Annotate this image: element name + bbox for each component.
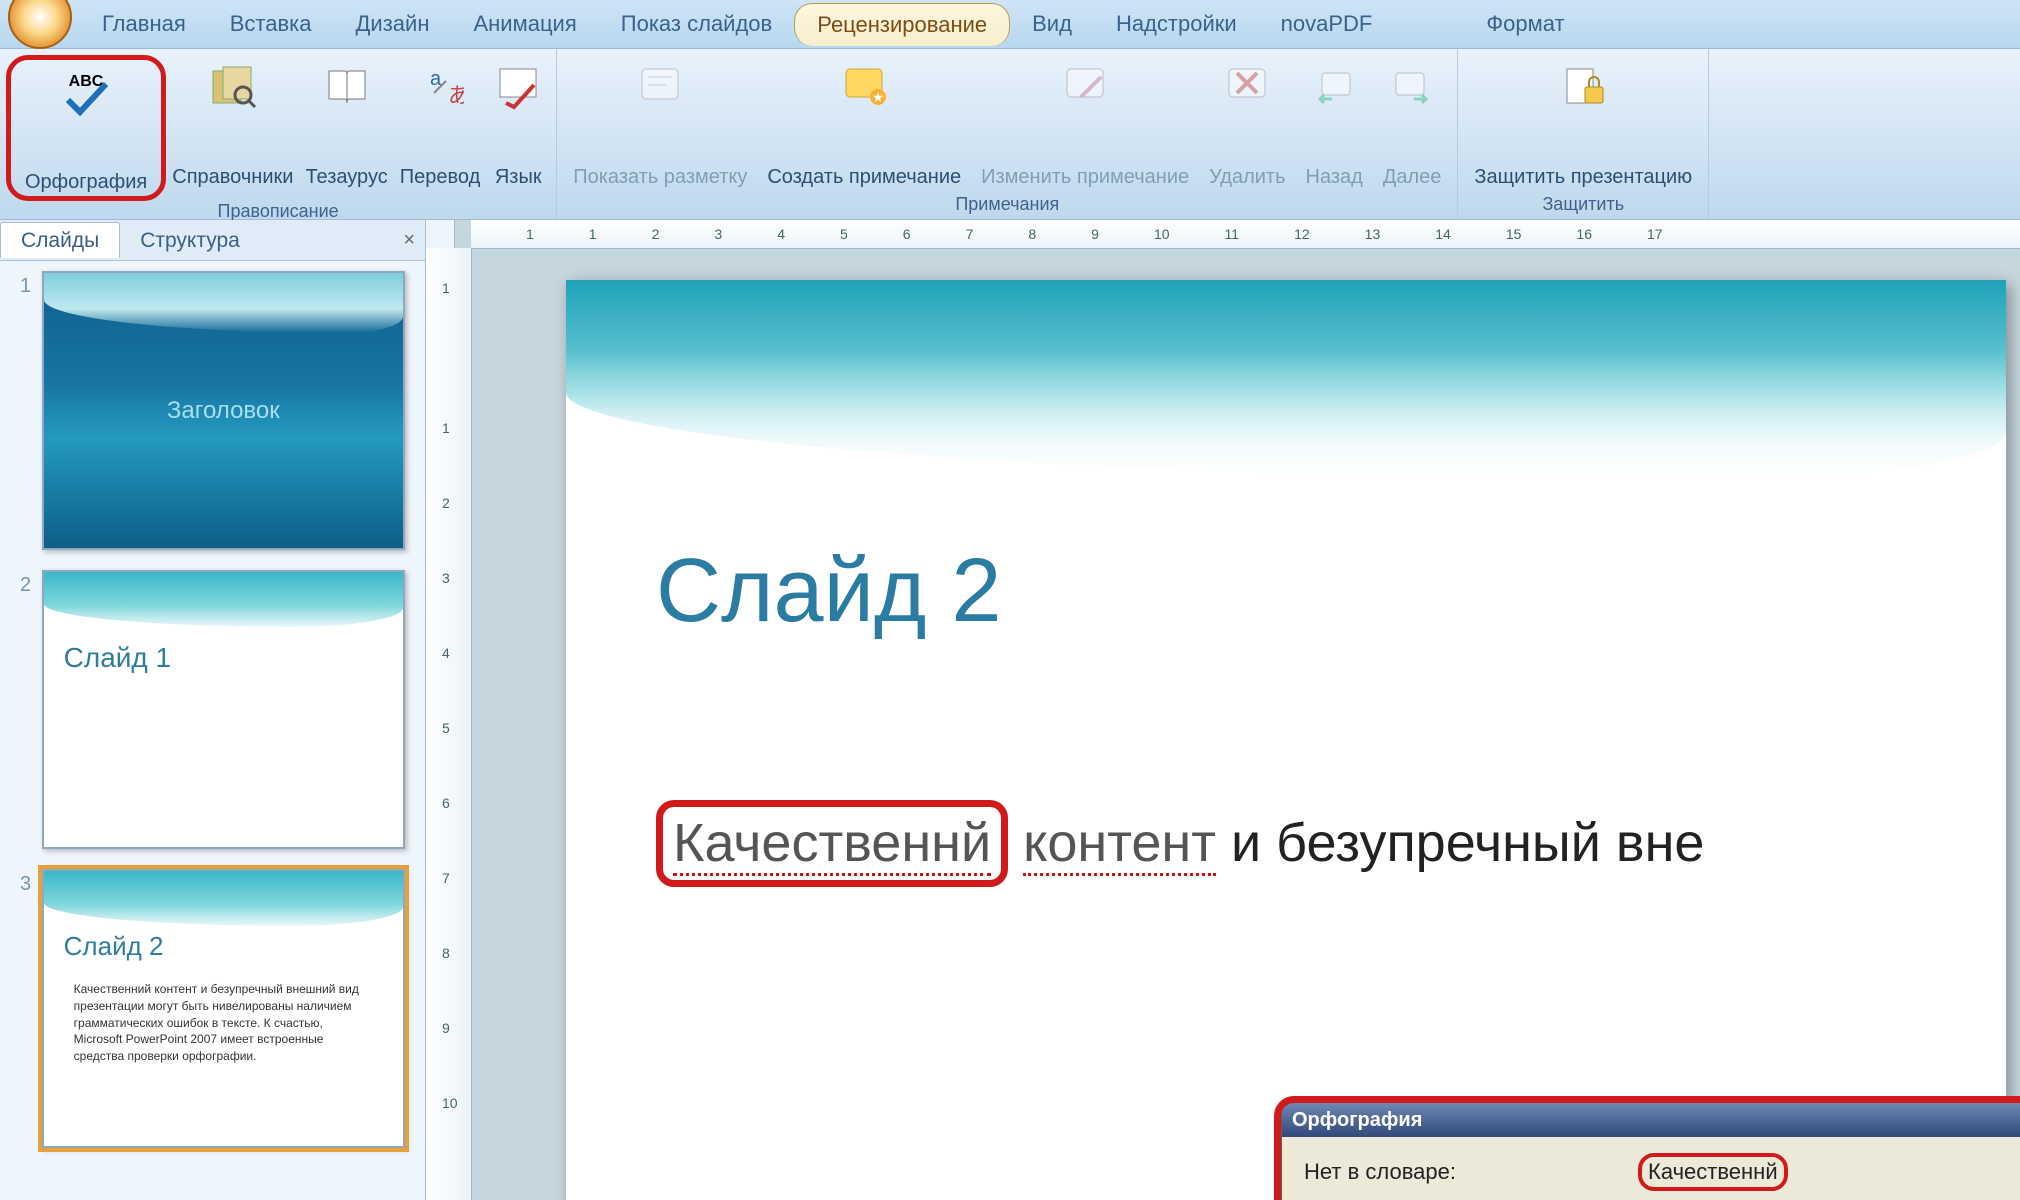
spelling-dialog[interactable]: Орфография ? ✕ Нет в словаре: Качественн… (1281, 1102, 2020, 1200)
tab-home[interactable]: Главная (80, 3, 208, 45)
thumb1-title: Заголовок (167, 397, 280, 425)
ribbon-group-protect: Защитить презентацию Защитить (1458, 49, 1709, 219)
svg-text:ABC: ABC (69, 73, 104, 90)
slide-thumb-1[interactable]: Заголовок (42, 271, 405, 550)
tab-novapdf[interactable]: novaPDF (1259, 3, 1395, 45)
ribbon-btn-new-comment-label: Создать примечание (767, 166, 961, 189)
prev-comment-icon (1308, 61, 1360, 113)
ribbon-btn-delete-comment[interactable]: Удалить (1199, 55, 1295, 191)
ribbon-btn-next-comment-label: Далее (1383, 166, 1442, 189)
slide-word-after: контент (1023, 813, 1216, 876)
slide-panel-tab-outline[interactable]: Структура (120, 223, 260, 257)
ribbon-btn-prev-comment-label: Назад (1306, 166, 1363, 189)
slide-panel-tabs: Слайды Структура × (0, 220, 425, 261)
slide-panel-tab-slides[interactable]: Слайды (0, 222, 120, 258)
svg-text:あ: あ (448, 83, 464, 108)
ribbon-btn-spelling[interactable]: ABC Орфография (6, 55, 166, 201)
tab-insert[interactable]: Вставка (208, 3, 334, 45)
tab-view[interactable]: Вид (1010, 3, 1094, 45)
ribbon-group-comments: Показать разметку ★ Создать примечание И… (557, 49, 1458, 219)
ribbon-btn-spelling-label: Орфография (25, 171, 147, 194)
slide-thumbs: 1 Заголовок 2 Слайд 1 3 Слайд 2 Каче (0, 261, 425, 1178)
research-books-icon (207, 61, 259, 113)
tab-animation[interactable]: Анимация (451, 3, 598, 45)
ribbon-btn-next-comment[interactable]: Далее (1373, 55, 1452, 191)
thumb-number: 2 (20, 570, 42, 849)
slide-canvas[interactable]: Слайд 2 Качественнй контент и безупречны… (566, 280, 2006, 1200)
ribbon-btn-delete-comment-label: Удалить (1209, 166, 1285, 189)
language-icon (492, 61, 544, 113)
thesaurus-book-icon (321, 61, 373, 113)
translate-icon: aあ (414, 61, 466, 113)
spelling-abc-icon: ABC (60, 66, 112, 118)
new-comment-icon: ★ (838, 61, 890, 113)
tab-addins[interactable]: Надстройки (1094, 3, 1259, 45)
ribbon-btn-prev-comment[interactable]: Назад (1296, 55, 1373, 191)
spelling-dialog-title: Орфография (1292, 1109, 1422, 1132)
horizontal-ruler[interactable]: 11234567891011121314151617 (471, 220, 2020, 249)
slide-panel: Слайды Структура × 1 Заголовок 2 Слайд 1 (0, 220, 426, 1200)
svg-text:★: ★ (872, 89, 885, 105)
ribbon-btn-show-markup[interactable]: Показать разметку (563, 55, 757, 191)
ribbon-btn-translate[interactable]: aあ Перевод (394, 55, 487, 191)
ruler-corner (426, 220, 455, 249)
ribbon-btn-language[interactable]: Язык (486, 55, 550, 191)
ribbon-btn-language-label: Язык (495, 166, 542, 189)
vertical-ruler[interactable]: 1 1 2 3 4 5 6 7 8 9 10 (426, 248, 472, 1200)
ribbon-btn-new-comment[interactable]: ★ Создать примечание (757, 55, 971, 191)
next-comment-icon (1386, 61, 1438, 113)
misspelled-word[interactable]: Качественнй (673, 813, 991, 876)
ribbon-btn-research-label: Справочники (172, 166, 293, 189)
slide-thumb-3[interactable]: Слайд 2 Качественний контент и безупречн… (42, 869, 405, 1148)
slide-body-text[interactable]: Качественнй контент и безупречный вне (656, 800, 2006, 887)
ribbon-btn-translate-label: Перевод (400, 166, 481, 189)
ribbon-btn-show-markup-label: Показать разметку (573, 166, 747, 189)
thumb-number: 1 (20, 271, 42, 550)
office-button[interactable] (8, 0, 72, 49)
ribbon-btn-thesaurus[interactable]: Тезаурус (299, 55, 393, 191)
show-markup-icon (634, 61, 686, 113)
workspace: Слайды Структура × 1 Заголовок 2 Слайд 1 (0, 220, 2020, 1200)
tab-review[interactable]: Рецензирование (794, 3, 1010, 46)
ribbon-btn-edit-comment-label: Изменить примечание (981, 166, 1189, 189)
thumb-number: 3 (20, 869, 42, 1148)
ribbon: ABC Орфография Справочники Тезаурус aあ (0, 49, 2020, 220)
delete-comment-icon (1221, 61, 1273, 113)
slide-body-rest: и безупречный вне (1231, 813, 1704, 873)
protect-lock-icon (1557, 61, 1609, 113)
slide-thumb-2[interactable]: Слайд 1 (42, 570, 405, 849)
thumb2-title: Слайд 1 (64, 642, 171, 674)
spelling-dialog-titlebar[interactable]: Орфография ? ✕ (1282, 1103, 2020, 1137)
ribbon-group-protect-label: Защитить (1458, 194, 1708, 219)
thumb3-body: Качественний контент и безупречный внешн… (74, 981, 373, 1065)
ribbon-group-proofing: ABC Орфография Справочники Тезаурус aあ (0, 49, 557, 219)
tab-slideshow[interactable]: Показ слайдов (599, 3, 794, 45)
ribbon-btn-edit-comment[interactable]: Изменить примечание (971, 55, 1199, 191)
slide-title-text[interactable]: Слайд 2 (656, 540, 1001, 643)
ribbon-tab-row: Главная Вставка Дизайн Анимация Показ сл… (0, 0, 2020, 49)
tab-design[interactable]: Дизайн (334, 3, 452, 45)
slide-panel-close-icon[interactable]: × (403, 229, 415, 252)
ribbon-btn-research[interactable]: Справочники (166, 55, 299, 191)
thumb3-title: Слайд 2 (64, 931, 164, 962)
ribbon-btn-thesaurus-label: Тезаурус (305, 166, 387, 189)
tab-format[interactable]: Формат (1464, 3, 1586, 45)
editor-area: 11234567891011121314151617 1 1 2 3 4 5 6… (426, 220, 2020, 1200)
ribbon-group-comments-label: Примечания (557, 194, 1457, 219)
ribbon-btn-protect-label: Защитить презентацию (1474, 166, 1692, 189)
ribbon-btn-protect-presentation[interactable]: Защитить презентацию (1464, 55, 1702, 191)
not-in-dict-label: Нет в словаре: (1304, 1159, 1624, 1185)
not-in-dict-value: Качественнй (1638, 1153, 1947, 1191)
edit-comment-icon (1059, 61, 1111, 113)
